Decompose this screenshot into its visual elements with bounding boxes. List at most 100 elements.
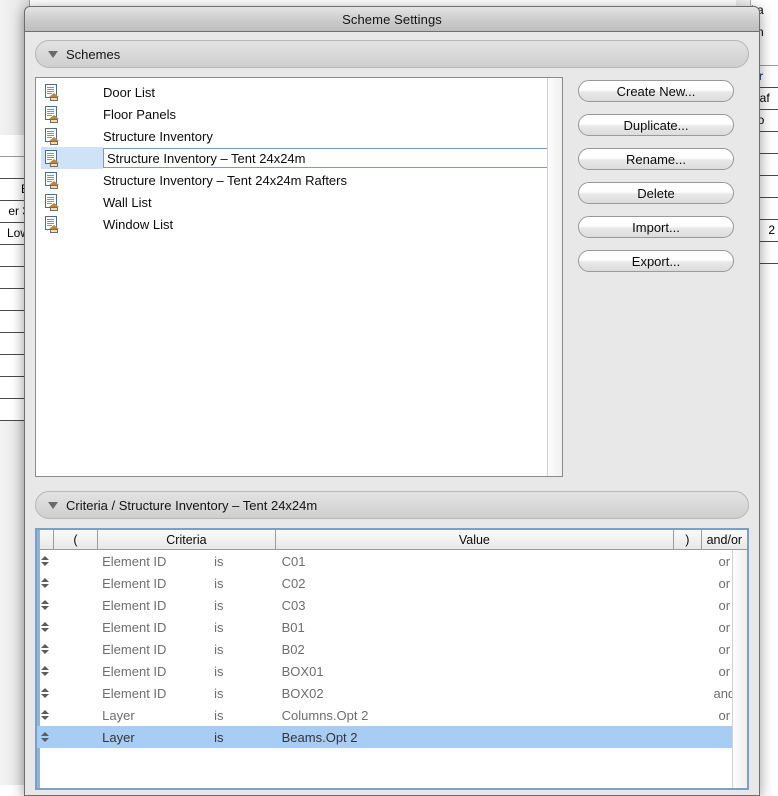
stepper-icon[interactable]	[37, 704, 54, 726]
stepper-icon[interactable]	[37, 550, 54, 572]
stepper-icon[interactable]	[37, 572, 54, 594]
cell-value[interactable]: Beams.Opt 2	[276, 726, 674, 748]
cell-close-paren[interactable]	[674, 704, 702, 726]
cell-close-paren[interactable]	[674, 726, 702, 748]
cell-criteria[interactable]: Layer is	[98, 704, 276, 726]
scheme-document-icon	[41, 213, 103, 235]
stepper-icon[interactable]	[37, 616, 54, 638]
list-item-selected[interactable]	[36, 147, 562, 169]
schemes-area: Door List Floor Panels Structure Invento…	[35, 77, 749, 477]
scheme-document-icon	[41, 191, 103, 213]
cell-close-paren[interactable]	[674, 572, 702, 594]
table-row[interactable]: Element ID is C03 or	[37, 594, 747, 616]
table-row[interactable]: Element ID is C01 or	[37, 550, 747, 572]
triangle-down-icon[interactable]	[48, 50, 58, 58]
list-item[interactable]: Window List	[36, 213, 562, 235]
cell-criteria[interactable]: Element ID is	[98, 572, 276, 594]
cell-value[interactable]: B02	[276, 638, 674, 660]
list-item-label: Wall List	[103, 194, 152, 210]
column-header-value[interactable]: Value	[275, 530, 675, 549]
cell-field: Layer	[102, 729, 135, 745]
list-item[interactable]: Structure Inventory – Tent 24x24m Rafter…	[36, 169, 562, 191]
cell-close-paren[interactable]	[674, 550, 702, 572]
cell-operator: is	[214, 663, 224, 679]
stepper-icon[interactable]	[37, 660, 54, 682]
column-header-open-paren[interactable]: (	[53, 530, 99, 549]
duplicate-button[interactable]: Duplicate...	[578, 114, 734, 136]
criteria-table-scrollbar[interactable]	[732, 550, 747, 788]
cell-criteria[interactable]: Element ID is	[98, 638, 276, 660]
cell-criteria[interactable]: Element ID is	[98, 682, 276, 704]
scheme-document-icon	[41, 81, 103, 103]
cell-criteria[interactable]: Layer is	[98, 726, 276, 748]
cell-value[interactable]: C02	[276, 572, 674, 594]
cell-close-paren[interactable]	[674, 660, 702, 682]
import-button[interactable]: Import...	[578, 216, 734, 238]
cell-field: Element ID	[102, 619, 167, 635]
scheme-list-scrollbar[interactable]	[547, 78, 562, 476]
cell-value[interactable]: B01	[276, 616, 674, 638]
cell-open-paren[interactable]	[54, 572, 98, 594]
list-item[interactable]: Structure Inventory	[36, 125, 562, 147]
cell-criteria[interactable]: Element ID is	[98, 660, 276, 682]
table-row[interactable]: Element ID is B02 or	[37, 638, 747, 660]
table-row[interactable]: Element ID is BOX01 or	[37, 660, 747, 682]
cell-operator: is	[214, 685, 224, 701]
stepper-icon[interactable]	[37, 594, 54, 616]
cell-criteria[interactable]: Element ID is	[98, 550, 276, 572]
cell-open-paren[interactable]	[54, 726, 98, 748]
export-button[interactable]: Export...	[578, 250, 734, 272]
column-header-and-or[interactable]: and/or	[701, 530, 747, 549]
cell-close-paren[interactable]	[674, 638, 702, 660]
cell-open-paren[interactable]	[54, 616, 98, 638]
list-item-label: Structure Inventory	[103, 128, 213, 144]
cell-value[interactable]: Columns.Opt 2	[276, 704, 674, 726]
create-new-button[interactable]: Create New...	[578, 80, 734, 102]
cell-field: Element ID	[102, 597, 167, 613]
criteria-section-bar[interactable]: Criteria / Structure Inventory – Tent 24…	[35, 491, 749, 519]
stepper-icon[interactable]	[37, 682, 54, 704]
cell-close-paren[interactable]	[674, 682, 702, 704]
triangle-down-icon[interactable]	[48, 501, 58, 509]
rename-button[interactable]: Rename...	[578, 148, 734, 170]
table-row[interactable]: Element ID is BOX02 and	[37, 682, 747, 704]
delete-button[interactable]: Delete	[578, 182, 734, 204]
cell-open-paren[interactable]	[54, 660, 98, 682]
cell-close-paren[interactable]	[674, 616, 702, 638]
table-row[interactable]: Element ID is C02 or	[37, 572, 747, 594]
cell-operator: is	[214, 641, 224, 657]
table-row-selected[interactable]: Layer is Beams.Opt 2	[37, 726, 747, 748]
cell-open-paren[interactable]	[54, 638, 98, 660]
cell-criteria[interactable]: Element ID is	[98, 616, 276, 638]
cell-open-paren[interactable]	[54, 704, 98, 726]
cell-open-paren[interactable]	[54, 682, 98, 704]
stepper-icon[interactable]	[37, 638, 54, 660]
cell-value[interactable]: BOX01	[276, 660, 674, 682]
cell-operator: is	[214, 619, 224, 635]
cell-open-paren[interactable]	[54, 594, 98, 616]
scheme-name-input[interactable]	[103, 148, 560, 168]
dialog-title-bar[interactable]: Scheme Settings	[25, 7, 759, 32]
stepper-icon[interactable]	[37, 726, 54, 748]
column-header-criteria[interactable]: Criteria	[98, 530, 276, 549]
list-item[interactable]: Wall List	[36, 191, 562, 213]
cell-criteria[interactable]: Element ID is	[98, 594, 276, 616]
scheme-list[interactable]: Door List Floor Panels Structure Invento…	[35, 77, 563, 477]
criteria-table[interactable]: ( Criteria Value ) and/or Element ID is C…	[35, 528, 749, 790]
column-header-close-paren[interactable]: )	[674, 530, 702, 549]
cell-value[interactable]: C01	[276, 550, 674, 572]
table-row[interactable]: Layer is Columns.Opt 2 or	[37, 704, 747, 726]
cell-field: Layer	[102, 707, 135, 723]
schemes-section-bar[interactable]: Schemes	[35, 40, 749, 68]
cell-value[interactable]: BOX02	[276, 682, 674, 704]
cell-close-paren[interactable]	[674, 594, 702, 616]
list-item[interactable]: Door List	[36, 81, 562, 103]
list-item[interactable]: Floor Panels	[36, 103, 562, 125]
cell-value[interactable]: C03	[276, 594, 674, 616]
list-item-label: Floor Panels	[103, 106, 176, 122]
criteria-section-label: Criteria / Structure Inventory – Tent 24…	[66, 497, 318, 513]
schemes-section-label: Schemes	[66, 46, 121, 62]
cell-open-paren[interactable]	[54, 550, 98, 572]
scheme-document-icon	[41, 125, 103, 147]
table-row[interactable]: Element ID is B01 or	[37, 616, 747, 638]
